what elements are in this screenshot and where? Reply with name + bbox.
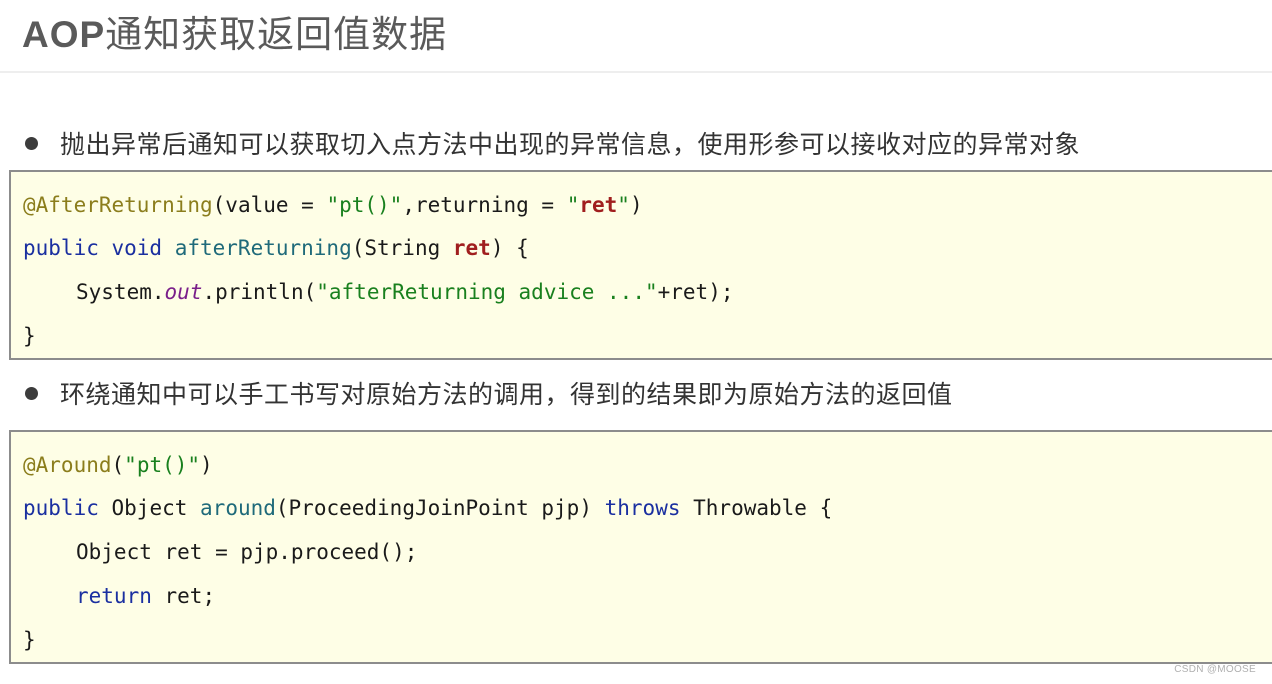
code-token-plain: ret; [164,584,216,608]
bullet-text: 环绕通知中可以手工书写对原始方法的调用，得到的结果即为原始方法的返回值 [60,380,953,409]
code-token-plain: ,returning = [402,193,567,217]
title-divider [0,71,1272,73]
code-line: System.out.println("afterReturning advic… [23,276,733,308]
code-token-annotation: @Around [23,453,112,477]
bullet-text: 抛出异常后通知可以获取切入点方法中出现的异常信息，使用形参可以接收对应的异常对象 [60,130,1081,159]
code-token-plain: Object ret = pjp.proceed(); [76,540,418,564]
page-title-latin: AOP [22,14,106,55]
code-line: @Around("pt()") [23,449,213,481]
code-line: public void afterReturning(String ret) { [23,232,529,264]
code-line: @AfterReturning(value = "pt()",returning… [23,189,643,221]
watermark: CSDN @MOOSE [1174,664,1256,675]
code-token-keyword: return [76,584,165,608]
code-token-plain: (value = [212,193,327,217]
code-line: Object ret = pjp.proceed(); [23,536,417,568]
bullet-item: 环绕通知中可以手工书写对原始方法的调用，得到的结果即为原始方法的返回值 [22,375,953,411]
code-token-param: ret [452,236,491,260]
code-token-string: "afterReturning advice ..." [316,280,658,304]
page-title-chinese: 通知获取返回值数据 [105,13,448,56]
code-token-method: around [200,496,276,520]
code-token-annotation: @AfterReturning [23,193,213,217]
page-title: AOP通知获取返回值数据 [22,10,447,60]
code-token-keyword: throws [604,496,694,520]
code-token-keyword: public void [23,236,175,260]
code-token-param: ret [579,193,618,217]
code-token-keyword: public [23,496,112,520]
code-token-plain: ) [629,193,643,217]
code-line: } [23,624,36,656]
code-token-plain: ( [111,453,125,477]
code-token-plain: +ret); [657,280,734,304]
code-token-plain: Throwable { [693,496,833,520]
code-token-plain: (ProceedingJoinPoint pjp) [275,496,605,520]
code-token-plain: Object [111,496,201,520]
code-token-plain: System. [76,280,165,304]
code-token-plain: ) [200,453,213,477]
code-line: return ret; [23,580,215,612]
code-line: public Object around(ProceedingJoinPoint… [23,492,832,524]
bullet-dot-icon [25,136,38,150]
code-line: } [23,320,36,352]
bullet-dot-icon [25,386,38,400]
code-block-after-returning: @AfterReturning(value = "pt()",returning… [9,170,1272,360]
code-token-string: "pt()" [124,453,201,477]
code-block-around: @Around("pt()") public Object around(Pro… [9,430,1272,664]
code-token-method: afterReturning [174,236,352,260]
code-token-plain: } [23,628,36,652]
code-token-string: " [566,193,580,217]
bullet-item: 抛出异常后通知可以获取切入点方法中出现的异常信息，使用形参可以接收对应的异常对象 [22,125,1080,161]
code-token-plain: ) { [490,236,529,260]
code-token-plain: } [23,324,36,348]
code-token-static: out [164,280,203,304]
code-token-plain: (String [351,236,453,260]
code-token-plain: .println( [202,280,317,304]
code-token-string: "pt()" [326,193,403,217]
code-token-string: " [617,193,630,217]
